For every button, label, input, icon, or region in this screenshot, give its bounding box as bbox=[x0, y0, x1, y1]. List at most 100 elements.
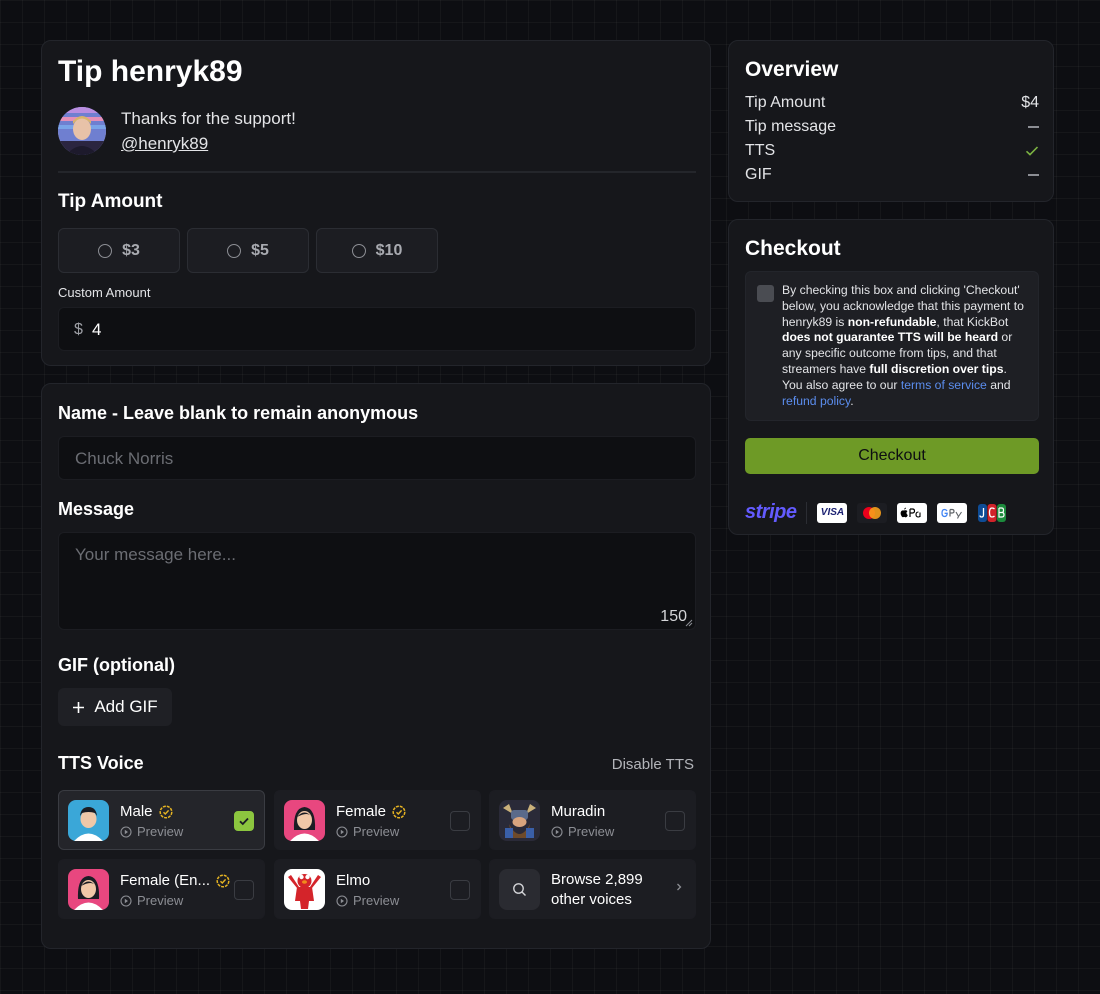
overview-row-tip-message: Tip message bbox=[745, 118, 1039, 136]
voice-avatar-male bbox=[68, 800, 109, 841]
preview-label: Preview bbox=[568, 824, 615, 839]
overview-row-label: GIF bbox=[745, 166, 772, 183]
voice-preview-button[interactable]: Preview bbox=[336, 893, 399, 908]
voice-preview-button[interactable]: Preview bbox=[551, 824, 614, 839]
checkout-button[interactable]: Checkout bbox=[745, 438, 1039, 474]
voice-name: Male bbox=[120, 803, 153, 820]
tts-voice-title: TTS Voice bbox=[58, 753, 144, 773]
verified-badge-icon bbox=[216, 873, 230, 888]
name-label: Name - Leave blank to remain anonymous bbox=[58, 403, 419, 423]
amount-option-label: $5 bbox=[251, 241, 269, 259]
check-icon bbox=[239, 817, 249, 826]
amount-option-label: $10 bbox=[375, 241, 403, 259]
search-icon bbox=[513, 883, 526, 896]
overview-row-label: TTS bbox=[745, 142, 776, 159]
add-gif-label: Add GIF bbox=[94, 697, 158, 716]
page-title: Tip henryk89 bbox=[58, 55, 243, 88]
voice-preview-button[interactable]: Preview bbox=[120, 824, 183, 839]
play-circle-icon bbox=[120, 894, 132, 907]
browse-voices-button[interactable]: Browse 2,899 other voices bbox=[489, 859, 696, 919]
voice-avatar-female bbox=[284, 800, 325, 841]
overview-title: Overview bbox=[745, 58, 839, 81]
overview-row-label: Tip message bbox=[745, 118, 836, 135]
terms-text-part: , that KickBot bbox=[936, 314, 1009, 329]
amount-option-label: $3 bbox=[122, 241, 140, 259]
terms-box: By checking this box and clicking 'Check… bbox=[745, 271, 1039, 421]
support-text: Thanks for the support! bbox=[121, 109, 296, 128]
voice-name: Female bbox=[336, 803, 387, 820]
terms-checkbox[interactable] bbox=[757, 285, 774, 302]
message-textarea[interactable]: Your message here... 150 bbox=[58, 532, 696, 630]
name-placeholder: Chuck Norris bbox=[75, 449, 174, 468]
voice-select-checkbox[interactable] bbox=[450, 811, 470, 831]
voice-preview-button[interactable]: Preview bbox=[120, 893, 183, 908]
voice-name: Muradin bbox=[551, 803, 606, 820]
voice-select-checkbox[interactable] bbox=[234, 880, 254, 900]
terms-bold-no-guarantee: does not guarantee TTS will be heard bbox=[782, 330, 999, 345]
apple-pay-icon bbox=[897, 502, 928, 523]
overview-card: Overview Tip Amount $4 Tip message TTS G… bbox=[728, 40, 1054, 202]
radio-icon bbox=[98, 243, 113, 258]
stripe-logo: stripe bbox=[745, 501, 797, 523]
voice-card-male[interactable]: Male Preview bbox=[58, 790, 265, 850]
overview-row-label: Tip Amount bbox=[745, 94, 826, 111]
voice-select-checkbox[interactable] bbox=[665, 811, 685, 831]
play-circle-icon bbox=[336, 894, 348, 907]
play-circle-icon bbox=[336, 825, 348, 838]
currency-symbol: $ bbox=[74, 321, 83, 338]
disable-tts-button[interactable]: Disable TTS bbox=[612, 756, 694, 773]
voice-card-female-en[interactable]: Female (En... Preview bbox=[58, 859, 265, 919]
voice-avatar-muradin bbox=[499, 800, 540, 841]
refund-policy-link[interactable]: refund policy bbox=[782, 394, 850, 408]
terms-of-service-link[interactable]: terms of service bbox=[901, 378, 987, 392]
overview-row-gif: GIF bbox=[745, 166, 1039, 184]
radio-icon bbox=[351, 243, 366, 258]
streamer-avatar bbox=[58, 107, 106, 155]
voice-avatar-female-en bbox=[68, 869, 109, 910]
message-label: Message bbox=[58, 499, 135, 519]
voice-name: Elmo bbox=[336, 872, 371, 889]
voice-card-elmo[interactable]: Elmo Preview bbox=[274, 859, 481, 919]
browse-voices-line2: other voices bbox=[551, 891, 632, 908]
terms-text-part: and bbox=[986, 377, 1011, 392]
check-icon bbox=[1025, 146, 1039, 156]
chevron-right-icon bbox=[677, 883, 682, 891]
voice-card-muradin[interactable]: Muradin Preview bbox=[489, 790, 696, 850]
overview-row-tip-amount: Tip Amount $4 bbox=[745, 94, 1039, 112]
message-placeholder: Your message here... bbox=[75, 545, 236, 564]
resize-handle-icon[interactable] bbox=[685, 619, 693, 627]
verified-badge-icon bbox=[158, 804, 173, 819]
terms-text-part: . bbox=[850, 393, 854, 408]
dash-icon bbox=[1028, 126, 1039, 128]
preview-label: Preview bbox=[353, 824, 400, 839]
custom-amount-value: 4 bbox=[92, 320, 102, 339]
tip-card: Tip henryk89 Thanks for the support! @he… bbox=[41, 40, 711, 366]
overview-row-tts: TTS bbox=[745, 142, 1039, 160]
custom-amount-input[interactable]: $ 4 bbox=[58, 307, 696, 351]
visa-icon: VISA bbox=[817, 502, 848, 523]
preview-label: Preview bbox=[137, 824, 184, 839]
add-gif-button[interactable]: Add GIF bbox=[58, 688, 172, 726]
voice-select-checkbox[interactable] bbox=[234, 811, 254, 831]
google-pay-icon bbox=[937, 502, 968, 523]
checkout-card: Checkout By checking this box and clicki… bbox=[728, 219, 1054, 535]
amount-option-3[interactable]: $3 bbox=[58, 228, 180, 273]
radio-icon bbox=[227, 243, 242, 258]
terms-text: By checking this box and clicking 'Check… bbox=[782, 283, 1030, 409]
voice-select-checkbox[interactable] bbox=[450, 880, 470, 900]
browse-voices-line1: Browse 2,899 bbox=[551, 871, 643, 888]
streamer-handle-link[interactable]: @henryk89 bbox=[121, 134, 208, 154]
name-input[interactable]: Chuck Norris bbox=[58, 436, 696, 480]
jcb-icon bbox=[977, 503, 1007, 523]
preview-label: Preview bbox=[137, 893, 184, 908]
voice-card-female[interactable]: Female Preview bbox=[274, 790, 481, 850]
tip-amount-title: Tip Amount bbox=[58, 191, 163, 212]
voice-name: Female (En... bbox=[120, 872, 211, 889]
terms-bold-non-refundable: non-refundable bbox=[847, 314, 937, 329]
play-circle-icon bbox=[551, 825, 563, 838]
voice-preview-button[interactable]: Preview bbox=[336, 824, 399, 839]
visa-label: VISA bbox=[820, 507, 845, 518]
plus-icon bbox=[73, 701, 85, 713]
amount-option-10[interactable]: $10 bbox=[316, 228, 438, 273]
amount-option-5[interactable]: $5 bbox=[187, 228, 309, 273]
